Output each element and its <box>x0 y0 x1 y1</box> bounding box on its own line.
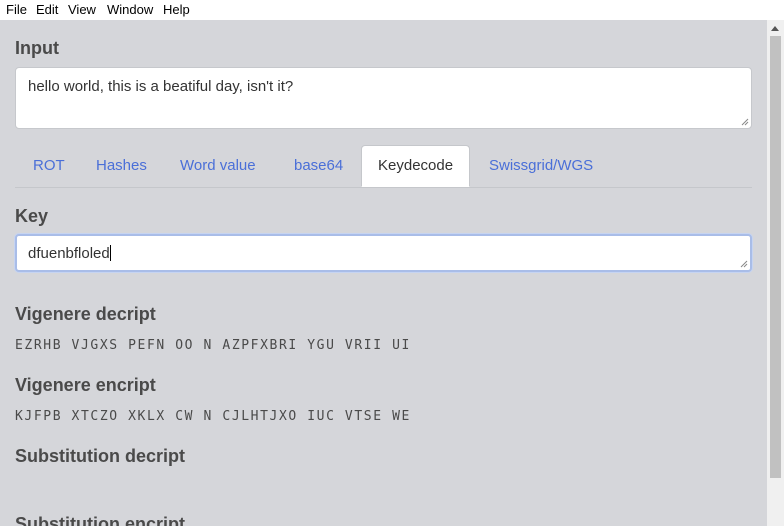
text-caret <box>109 245 111 261</box>
resize-grip-icon[interactable] <box>740 260 748 268</box>
tab-rot[interactable]: ROT <box>17 145 81 186</box>
vertical-scrollbar[interactable] <box>767 20 784 526</box>
tab-swissgrid-wgs[interactable]: Swissgrid/WGS <box>473 145 609 186</box>
menu-edit[interactable]: Edit <box>36 2 58 17</box>
menu-view[interactable]: View <box>68 2 96 17</box>
key-heading: Key <box>15 206 49 226</box>
menu-file[interactable]: File <box>6 2 27 17</box>
scrollbar-thumb[interactable] <box>770 36 781 478</box>
vigenere-encrypt-output: KJFPB XTCZO XKLX CW N CJLHTJXO IUC VTSE … <box>15 409 411 424</box>
tab-word-value[interactable]: Word value <box>164 145 272 186</box>
key-text: dfuenbfloled <box>28 245 110 262</box>
main-content: Input hello world, this is a beatiful da… <box>0 20 767 526</box>
tab-keydecode[interactable]: Keydecode <box>361 145 470 187</box>
input-textarea[interactable]: hello world, this is a beatiful day, isn… <box>15 67 752 129</box>
tab-bar: ROT Hashes Word value base64 Keydecode S… <box>15 145 752 188</box>
scroll-up-arrow-icon[interactable] <box>771 26 779 31</box>
vigenere-encrypt-heading: Vigenere encript <box>15 375 156 395</box>
resize-grip-icon[interactable] <box>741 118 749 126</box>
key-input[interactable]: dfuenbfloled <box>15 234 752 272</box>
vigenere-decrypt-heading: Vigenere decript <box>15 304 156 324</box>
input-text: hello world, this is a beatiful day, isn… <box>28 78 294 95</box>
substitution-decrypt-heading: Substitution decript <box>15 446 185 466</box>
tab-hashes[interactable]: Hashes <box>80 145 163 186</box>
vigenere-decrypt-output: EZRHB VJGXS PEFN OO N AZPFXBRI YGU VRII … <box>15 338 411 353</box>
menu-window[interactable]: Window <box>107 2 153 17</box>
tab-base64[interactable]: base64 <box>278 145 359 186</box>
menu-help[interactable]: Help <box>163 2 190 17</box>
menu-bar: File Edit View Window Help <box>0 0 784 20</box>
input-heading: Input <box>15 38 59 58</box>
substitution-encrypt-heading: Substitution encript <box>15 514 185 526</box>
